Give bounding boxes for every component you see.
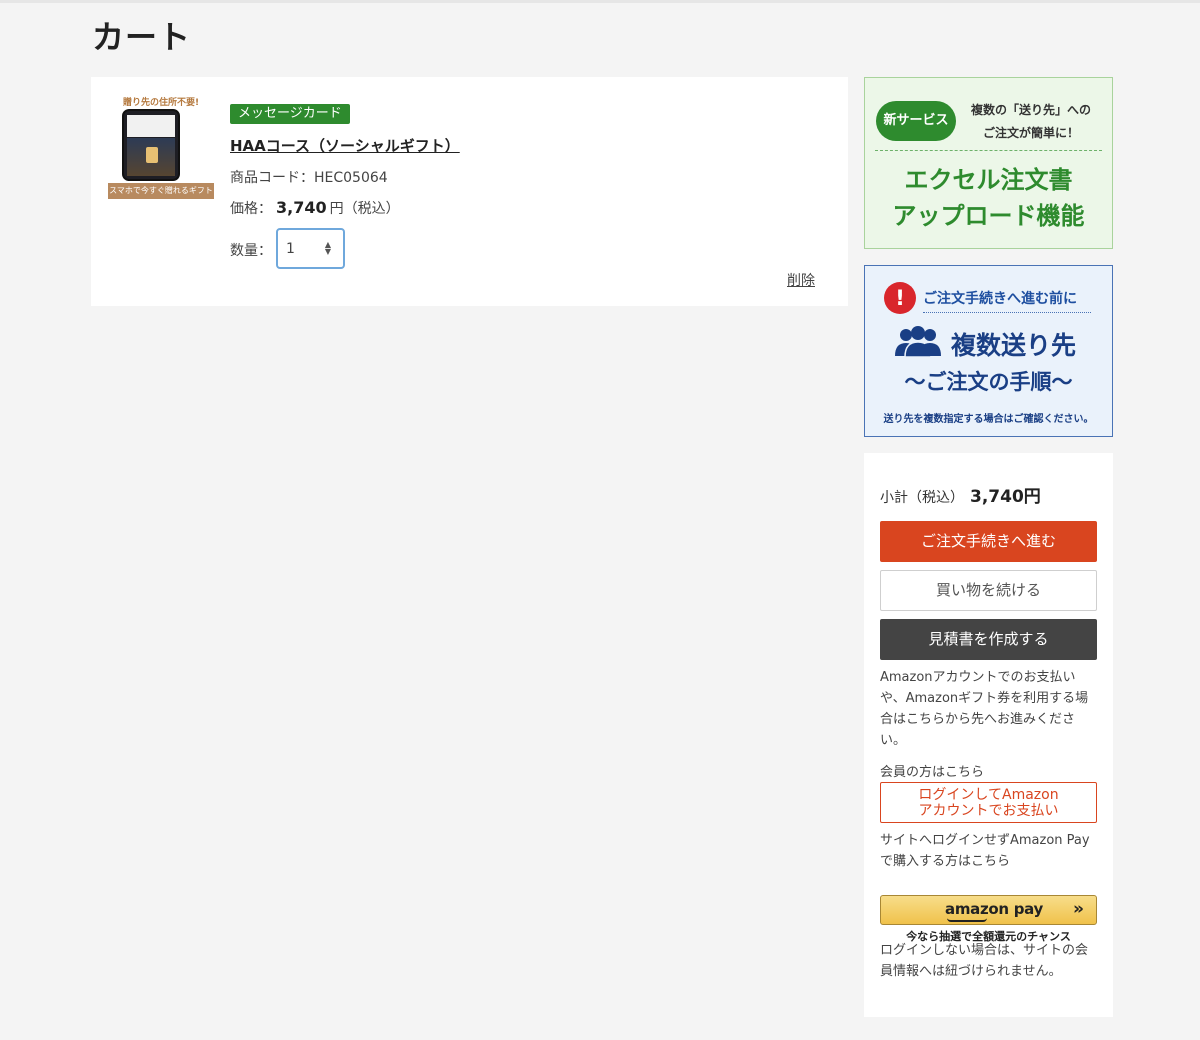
- price-value: 3,740: [276, 198, 327, 217]
- continue-shopping-button[interactable]: 買い物を続ける: [880, 570, 1097, 611]
- new-service-pill: 新サービス: [876, 101, 956, 141]
- create-quote-button[interactable]: 見積書を作成する: [880, 619, 1097, 660]
- multi-banner-title2: 〜ご注文の手順〜: [904, 370, 1073, 394]
- excel-banner-title: エクセル注文書 アップロード機能: [865, 162, 1112, 234]
- product-price: 価格： 3,740 円（税込）: [230, 198, 400, 218]
- warning-icon: !: [884, 282, 916, 314]
- login-amazon-line1: ログインしてAmazon: [918, 787, 1059, 803]
- login-disclaimer: ログインしない場合は、サイトの会員情報へは紐づけられません。: [880, 943, 1089, 979]
- divider: [875, 150, 1102, 151]
- delete-item-link[interactable]: 削除: [787, 270, 815, 290]
- divider: [923, 312, 1091, 313]
- subtotal-value: 3,740円: [970, 487, 1041, 507]
- multi-banner-subtitle: ご注文手続きへ進む前に: [923, 291, 1077, 307]
- excel-upload-banner[interactable]: 新サービス 複数の「送り先」への ご注文が簡単に！ エクセル注文書 アップロード…: [864, 77, 1113, 249]
- phone-image: [122, 109, 180, 181]
- quantity-stepper[interactable]: 1 ▲ ▼: [276, 228, 345, 269]
- excel-title-line2: アップロード機能: [892, 202, 1085, 230]
- excel-sub-line1: 複数の「送り先」への: [970, 103, 1091, 117]
- cart-item-card: 贈り先の住所不要! スマホで今すぐ贈れるギフト メッセージカード HAAコース（…: [91, 77, 848, 306]
- price-unit: 円（税込）: [329, 201, 400, 217]
- amazon-pay-button[interactable]: amazon pay »: [880, 895, 1097, 925]
- thumbnail-caption-bottom: スマホで今すぐ贈れるギフト: [108, 183, 214, 199]
- subtotal: 小計（税込） 3,740円: [880, 482, 1041, 507]
- amazon-payment-note: Amazonアカウントでのお支払いや、Amazonギフト券を利用する場合はこちら…: [880, 670, 1089, 748]
- amazon-pay-logo: amazon pay: [945, 900, 1043, 918]
- login-amazon-line2: アカウントでお支払い: [918, 803, 1059, 819]
- amazon-smile-icon: [947, 918, 987, 922]
- chevron-double-right-icon: »: [1073, 899, 1084, 919]
- top-divider: [0, 0, 1200, 3]
- product-code: 商品コード：HEC05064: [230, 167, 388, 187]
- excel-banner-subtitle: 複数の「送り先」への ご注文が簡単に！: [961, 99, 1101, 145]
- excel-sub-line2: ご注文が簡単に！: [982, 126, 1079, 140]
- guest-amazon-pay-note: サイトへログインせずAmazon Payで購入する方はこちら: [880, 833, 1090, 869]
- spinner-arrows-icon[interactable]: ▲ ▼: [325, 241, 331, 256]
- order-summary-panel: 小計（税込） 3,740円 ご注文手続きへ進む 買い物を続ける 見積書を作成する …: [864, 453, 1113, 1017]
- login-amazon-pay-button[interactable]: ログインしてAmazon アカウントでお支払い: [880, 782, 1097, 823]
- people-icon: [895, 326, 941, 358]
- member-label: 会員の方はこちら: [880, 765, 985, 780]
- product-name-link[interactable]: HAAコース（ソーシャルギフト）: [230, 135, 460, 156]
- multi-banner-note: 送り先を複数指定する場合はご確認ください。: [883, 414, 1094, 425]
- page-title: カート: [92, 18, 192, 56]
- quantity-label: 数量：: [230, 243, 272, 259]
- checkout-button[interactable]: ご注文手続きへ進む: [880, 521, 1097, 562]
- product-thumbnail[interactable]: 贈り先の住所不要! スマホで今すぐ贈れるギフト: [108, 93, 214, 199]
- product-code-value: HEC05064: [314, 170, 388, 186]
- subtotal-label: 小計（税込）: [880, 490, 964, 506]
- quantity-value: 1: [286, 241, 295, 257]
- message-card-badge: メッセージカード: [230, 104, 350, 124]
- multi-destination-banner[interactable]: ! ご注文手続きへ進む前に 複数送り先 〜ご注文の手順〜 送り先を複数指定する場…: [864, 265, 1113, 437]
- multi-banner-title: 複数送り先: [951, 331, 1077, 360]
- price-label: 価格：: [230, 201, 272, 217]
- excel-title-line1: エクセル注文書: [904, 166, 1073, 194]
- thumbnail-caption-top: 贈り先の住所不要!: [122, 98, 200, 108]
- product-code-label: 商品コード：: [230, 170, 314, 186]
